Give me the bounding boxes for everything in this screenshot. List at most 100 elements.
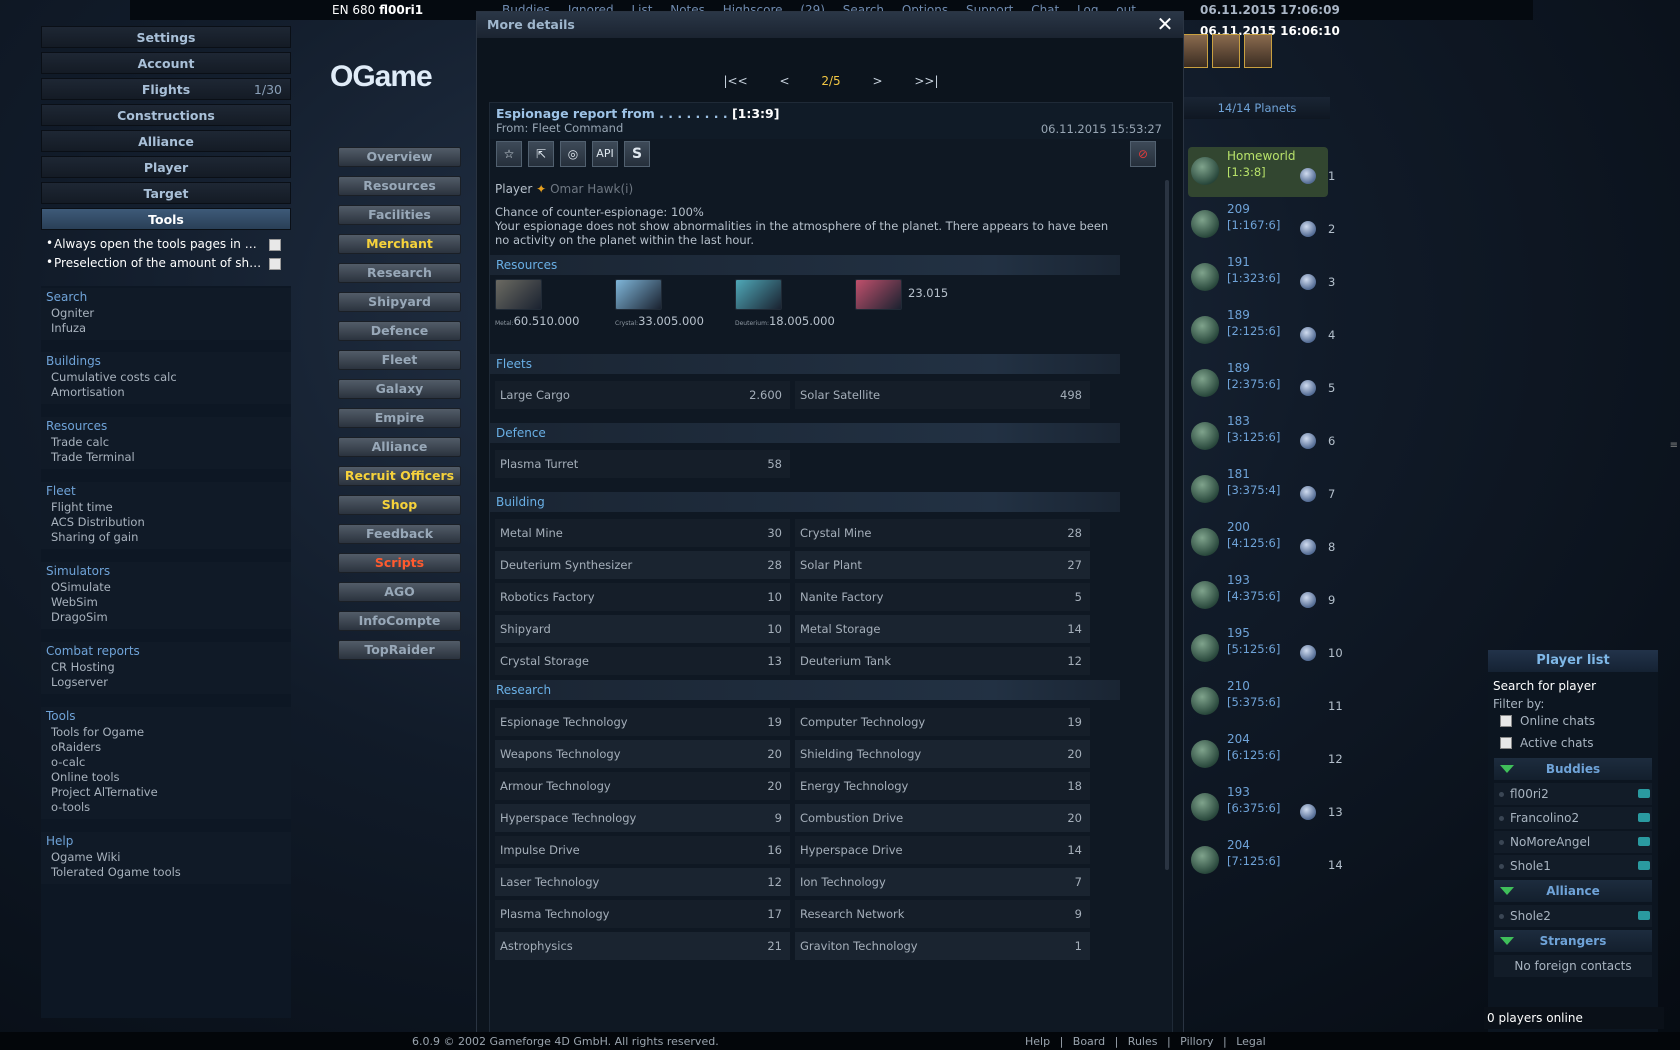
- moon-icon[interactable]: [1300, 221, 1316, 237]
- share-icon[interactable]: ⇱: [528, 141, 554, 167]
- planet-item[interactable]: 191 [1:323:6] 3: [1188, 253, 1335, 303]
- tool-link[interactable]: Project AlTernative: [41, 785, 291, 800]
- pager-next[interactable]: >: [872, 74, 882, 88]
- menu-shop[interactable]: Shop: [338, 495, 461, 515]
- tool-link[interactable]: Trade Terminal: [41, 450, 291, 465]
- tool-link[interactable]: Flight time: [41, 500, 291, 515]
- menu-ago[interactable]: AGO: [338, 582, 461, 602]
- tool-link[interactable]: oRaiders: [41, 740, 291, 755]
- officer-avatar[interactable]: [1180, 34, 1208, 68]
- chat-icon[interactable]: [1638, 861, 1650, 870]
- menu-facilities[interactable]: Facilities: [338, 205, 461, 225]
- tool-link[interactable]: o-calc: [41, 755, 291, 770]
- tool-link[interactable]: Trade calc: [41, 435, 291, 450]
- page-scroll-icon[interactable]: ≡: [1670, 440, 1678, 451]
- moon-icon[interactable]: [1300, 327, 1316, 343]
- moon-icon[interactable]: [1300, 592, 1316, 608]
- planet-item[interactable]: 181 [3:375:4] 7: [1188, 465, 1335, 515]
- moon-icon[interactable]: [1300, 380, 1316, 396]
- tool-link[interactable]: Ogame Wiki: [41, 850, 291, 865]
- chat-icon[interactable]: [1638, 789, 1650, 798]
- tool-link[interactable]: Logserver: [41, 675, 291, 690]
- pager-first[interactable]: |<<: [723, 74, 747, 88]
- option-checkbox[interactable]: [269, 258, 281, 270]
- menu-alliance[interactable]: Alliance: [338, 437, 461, 457]
- menu-defence[interactable]: Defence: [338, 321, 461, 341]
- tool-link[interactable]: ACS Distribution: [41, 515, 291, 530]
- tool-link[interactable]: o-tools: [41, 800, 291, 815]
- officer-avatar[interactable]: [1244, 34, 1272, 68]
- moon-icon[interactable]: [1300, 168, 1316, 184]
- menu-constructions[interactable]: Constructions: [41, 104, 291, 126]
- tool-link[interactable]: Sharing of gain: [41, 530, 291, 545]
- menu-topraider[interactable]: TopRaider: [338, 640, 461, 660]
- close-icon[interactable]: ✕: [1155, 14, 1175, 35]
- alliance-member[interactable]: Shole2: [1494, 905, 1652, 927]
- menu-fleet[interactable]: Fleet: [338, 350, 461, 370]
- option-checkbox[interactable]: [269, 239, 281, 251]
- menu-galaxy[interactable]: Galaxy: [338, 379, 461, 399]
- menu-empire[interactable]: Empire: [338, 408, 461, 428]
- search-player-link[interactable]: Search for player: [1488, 672, 1658, 693]
- menu-scripts[interactable]: Scripts: [338, 553, 461, 573]
- active-chats-filter[interactable]: Active chats: [1488, 733, 1658, 755]
- tool-link[interactable]: Cumulative costs calc: [41, 370, 291, 385]
- planet-item[interactable]: 183 [3:125:6] 6: [1188, 412, 1335, 462]
- buddy-item[interactable]: Francolino2: [1494, 807, 1652, 829]
- planet-item[interactable]: 193 [4:375:6] 9: [1188, 571, 1335, 621]
- planet-item[interactable]: 189 [2:375:6] 5: [1188, 359, 1335, 409]
- chat-icon[interactable]: [1638, 837, 1650, 846]
- menu-merchant[interactable]: Merchant: [338, 234, 461, 254]
- moon-icon[interactable]: [1300, 486, 1316, 502]
- menu-resources[interactable]: Resources: [338, 176, 461, 196]
- tool-option[interactable]: • Preselection of the amount of ships: [41, 255, 291, 273]
- planet-item[interactable]: 204 [7:125:6] 14: [1188, 836, 1343, 886]
- menu-settings[interactable]: Settings: [41, 26, 291, 48]
- s-button[interactable]: S: [624, 141, 650, 167]
- menu-overview[interactable]: Overview: [338, 147, 461, 167]
- menu-recruit-officers[interactable]: Recruit Officers: [338, 466, 461, 486]
- menu-research[interactable]: Research: [338, 263, 461, 283]
- planet-item[interactable]: 189 [2:125:6] 4: [1188, 306, 1335, 356]
- chat-icon[interactable]: [1638, 911, 1650, 920]
- moon-icon[interactable]: [1300, 433, 1316, 449]
- moon-icon[interactable]: [1300, 804, 1316, 820]
- moon-icon[interactable]: [1300, 645, 1316, 661]
- planet-item[interactable]: Homeworld [1:3:8] 1: [1188, 147, 1335, 197]
- footer-links[interactable]: Help | Board | Rules | Pillory | Legal: [1025, 1035, 1266, 1048]
- menu-account[interactable]: Account: [41, 52, 291, 74]
- buddy-item[interactable]: NoMoreAngel: [1494, 831, 1652, 853]
- planet-item[interactable]: 210 [5:375:6] 11: [1188, 677, 1343, 727]
- menu-player[interactable]: Player: [41, 156, 291, 178]
- delete-icon[interactable]: ⊘: [1130, 141, 1156, 167]
- planet-item[interactable]: 195 [5:125:6] 10: [1188, 624, 1343, 674]
- tool-link[interactable]: Amortisation: [41, 385, 291, 400]
- chat-icon[interactable]: [1638, 813, 1650, 822]
- tool-link[interactable]: DragoSim: [41, 610, 291, 625]
- planet-selector[interactable]: 14/14 Planets: [1184, 97, 1330, 119]
- officer-avatar[interactable]: [1212, 34, 1240, 68]
- planet-item[interactable]: 209 [1:167:6] 2: [1188, 200, 1335, 250]
- buddy-item[interactable]: Shole1: [1494, 855, 1652, 877]
- menu-shipyard[interactable]: Shipyard: [338, 292, 461, 312]
- tool-link[interactable]: Online tools: [41, 770, 291, 785]
- tool-link[interactable]: Tolerated Ogame tools: [41, 865, 291, 880]
- menu-target[interactable]: Target: [41, 182, 291, 204]
- target-icon[interactable]: ◎: [560, 141, 586, 167]
- buddies-group[interactable]: Buddies: [1494, 758, 1652, 780]
- tool-link[interactable]: Ogniter: [41, 306, 291, 321]
- menu-tools[interactable]: Tools: [41, 208, 291, 230]
- menu-infocompte[interactable]: InfoCompte: [338, 611, 461, 631]
- moon-icon[interactable]: [1300, 539, 1316, 555]
- player-name[interactable]: Omar Hawk(i): [550, 182, 633, 196]
- modal-scrollbar[interactable]: [1165, 180, 1169, 870]
- tool-link[interactable]: Infuza: [41, 321, 291, 336]
- moon-icon[interactable]: [1300, 274, 1316, 290]
- planet-item[interactable]: 204 [6:125:6] 12: [1188, 730, 1343, 780]
- planet-item[interactable]: 200 [4:125:6] 8: [1188, 518, 1335, 568]
- pager-prev[interactable]: <: [779, 74, 789, 88]
- tool-link[interactable]: Tools for Ogame: [41, 725, 291, 740]
- planet-item[interactable]: 193 [6:375:6] 13: [1188, 783, 1343, 833]
- tool-link[interactable]: OSimulate: [41, 580, 291, 595]
- tool-link[interactable]: CR Hosting: [41, 660, 291, 675]
